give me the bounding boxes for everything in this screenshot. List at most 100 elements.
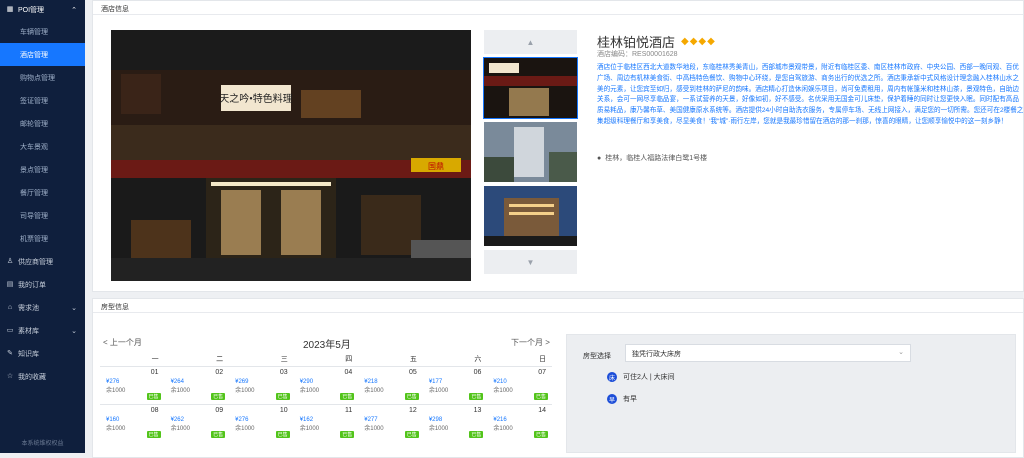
weekday-header: 日 [539,355,546,363]
hotel-card: 酒店信息 天之吟•特色料理 国鼎 ▲ ▼ 桂林铂悦酒店 ◆◆◆◆ 酒店编码：RE… [92,0,1024,292]
calendar-cell[interactable]: 06 ¥177 余1000 已售 [422,365,488,404]
day-number: 12 [409,406,417,414]
sidebar-group-poi[interactable]: ▦ POI管理 ⌃ [0,0,85,20]
calendar-title: 2023年5月 [303,340,351,351]
calendar-cell[interactable]: 03 ¥269 余1000 已售 [229,365,294,404]
sidebar-footer: 本系统维权权益 [21,441,64,447]
sidebar-item-3[interactable]: ▭ 素材库 ⌄ [0,319,85,342]
chevron-down-icon: ⌄ [898,349,904,356]
feature-breakfast: 早 有早 [607,394,637,404]
calendar-cell[interactable]: 14 ¥216 余1000 已售 [487,403,552,442]
hotel-description: 酒店位于临桂区西北大道数华地段，东临桂林秀美青山，西部城市景观带景，附近有临桂区… [597,64,1024,125]
sidebar-item[interactable]: 景点管理 [0,158,85,181]
day-number: 03 [279,368,288,376]
room-type-value: 独凭行政大床房 [632,351,681,358]
sign-text: 天之吟•特色料理 [219,92,293,105]
calendar-cell[interactable]: 12 ¥277 余1000 已售 [358,403,423,442]
day-number: 11 [344,406,353,414]
sidebar-item-label: 需求池 [18,304,39,312]
calendar-cell[interactable]: 09 ¥262 余1000 已售 [164,403,230,442]
sidebar-item-label: 我的订单 [18,281,46,289]
sidebar-item[interactable]: 车辆管理 [0,20,85,43]
star-icon: ☆ [6,372,14,380]
calendar-cell[interactable]: 10 ¥276 余1000 已售 [229,403,294,442]
sidebar-item[interactable]: 签证管理 [0,89,85,112]
sidebar-item-2[interactable]: ⌂ 需求池 ⌄ [0,296,85,319]
status-badge: 已售 [146,392,161,400]
day-number: 06 [473,368,482,376]
day-number: 13 [473,406,482,414]
calendar-cell[interactable]: 11 ¥162 余1000 已售 [293,403,359,442]
weekday-header: 六 [474,355,482,363]
status-badge: 已售 [469,392,484,400]
status-badge: 已售 [146,431,161,438]
status-badge: 已售 [275,431,290,438]
prev-month-link[interactable]: < 上一个月 [103,337,142,348]
feature-text: 可住2人 | 大床间 [623,374,675,381]
thumb-down-button[interactable]: ▼ [484,250,577,274]
thumbnail-3[interactable] [484,186,577,246]
calendar-cell[interactable]: 05 ¥218 余1000 已售 [358,365,423,404]
room-panel: 房型选择 独凭行政大床房 ⌄ 床 可住2人 | 大床间 早 有早 [566,334,1016,453]
sidebar-item[interactable]: 大车景观 [0,135,85,158]
status-badge: 已售 [211,431,226,438]
day-number: 05 [409,368,417,376]
chevron-up-icon: ⌃ [71,7,77,14]
sidebar-item[interactable]: 邮轮管理 [0,112,85,135]
price-calendar: 一 二 三 四 五 六 日 01 ¥276 余1000 已售 02 ¥264 余1000 已售 03 ¥269… [100,352,552,442]
sidebar-item[interactable]: 酒店管理 [0,43,85,66]
weekday-header: 二 [216,355,224,363]
sidebar-item[interactable]: 购物点管理 [0,66,85,89]
hotel-address-row: ● 桂林，临桂人福路法律白鹭1号楼 [597,153,707,163]
weekday-header: 一 [151,355,159,363]
day-number: 04 [344,368,353,376]
sidebar-item[interactable]: 司导管理 [0,204,85,227]
sidebar: ▦ POI管理 ⌃ 车辆管理 酒店管理 购物点管理 签证管理 邮轮管理 大车景观 景点管理餐… [0,0,85,453]
calendar-cell[interactable]: 07 ¥210 余1000 已售 [487,365,552,404]
order-icon: ▤ [6,280,14,288]
sidebar-item-label: 素材库 [18,327,39,335]
day-number: 10 [279,406,288,414]
sidebar-item[interactable]: 机票管理 [0,227,85,250]
chevron-down-icon: ⌄ [71,304,77,312]
main-content: 酒店信息 天之吟•特色料理 国鼎 ▲ ▼ 桂林铂悦酒店 ◆◆◆◆ 酒店编码：RE… [92,0,1024,458]
day-number: 14 [538,406,546,414]
thumbnail-2[interactable] [484,122,577,182]
status-badge: 已售 [340,431,355,438]
status-badge: 已售 [404,431,419,438]
sidebar-item-label: 知识库 [18,350,39,358]
user-icon: ♙ [6,257,14,265]
calendar-cell[interactable]: 08 ¥160 余1000 已售 [100,403,165,442]
chevron-up-icon: ▲ [526,37,535,47]
sidebar-item-4[interactable]: ✎ 知识库 [0,342,85,365]
calendar-cell[interactable]: 13 ¥298 余1000 已售 [422,403,488,442]
hotel-code: 酒店编码：RES00001628 [597,51,678,58]
weekday-header: 三 [280,355,288,363]
sidebar-item-0[interactable]: ♙ 供应商管理 [0,250,85,273]
sidebar-item-1[interactable]: ▤ 我的订单 [0,273,85,296]
sidebar-item-5[interactable]: ☆ 我的收藏 [0,365,85,388]
sidebar-item-label: 我的收藏 [18,373,46,381]
breakfast-icon: 早 [607,394,617,404]
thumb-up-button[interactable]: ▲ [484,30,577,54]
bed-icon: 床 [607,372,617,382]
status-badge: 已售 [211,392,226,400]
thumbnail-1[interactable] [483,57,578,119]
status-badge: 已售 [275,392,290,400]
hotel-address: 桂林，临桂人福路法律白鹭1号楼 [605,155,708,162]
day-number: 09 [215,406,224,414]
sidebar-item-label: 供应商管理 [18,258,53,266]
diamond-rating-icon: ◆◆◆◆ [681,36,716,47]
calendar-cell[interactable]: 02 ¥264 余1000 已售 [164,365,230,404]
status-badge: 已售 [533,431,548,438]
sign-text-2: 国鼎 [428,162,444,171]
day-number: 01 [150,368,159,376]
calendar-cell[interactable]: 01 ¥276 余1000 已售 [100,365,165,404]
calendar-cell[interactable]: 04 ¥290 余1000 已售 [293,365,359,404]
sidebar-group-label: POI管理 [18,7,45,14]
sidebar-item[interactable]: 餐厅管理 [0,181,85,204]
room-type-select[interactable]: 独凭行政大床房 ⌄ [625,344,911,362]
next-month-link[interactable]: 下一个月 > [511,337,550,348]
weekday-header: 四 [345,355,353,363]
folder-icon: ▭ [6,326,14,334]
